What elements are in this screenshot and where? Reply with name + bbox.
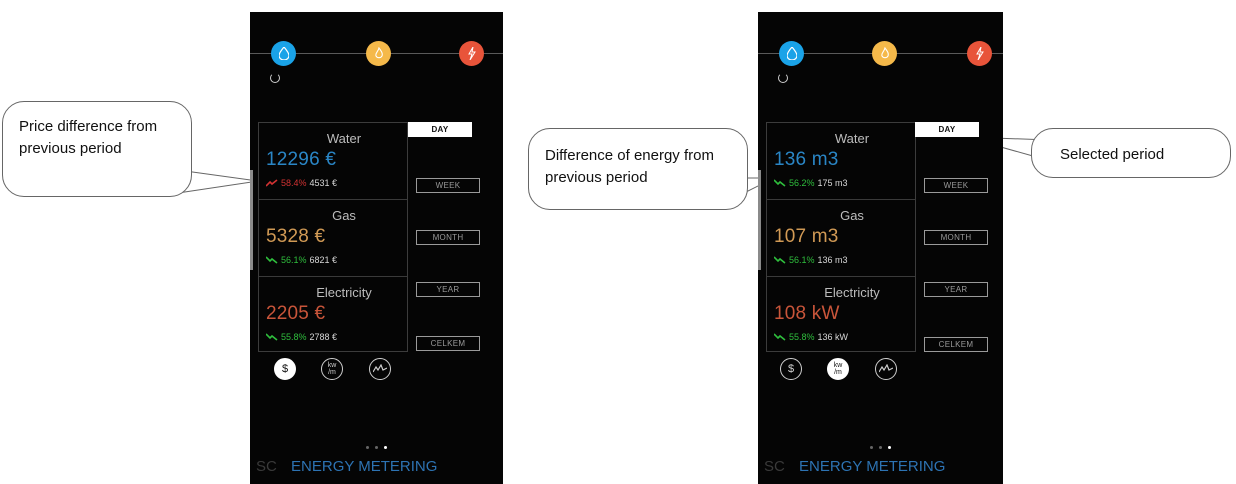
period-day-button[interactable]: DAY bbox=[408, 122, 472, 137]
meter-previous: 4531 € bbox=[309, 178, 338, 188]
trend-down-icon bbox=[266, 333, 278, 341]
period-year-button[interactable]: YEAR bbox=[924, 282, 988, 297]
trend-down-icon bbox=[774, 179, 786, 187]
footer-title: ENERGY METERING bbox=[799, 458, 946, 475]
meter-value: 5328 € bbox=[266, 226, 326, 247]
meter-previous: 136 kW bbox=[817, 332, 849, 342]
callout-text: Price difference from previous period bbox=[19, 118, 158, 157]
meter-name: Water bbox=[834, 131, 870, 146]
callout-selected-period: Selected period bbox=[1031, 128, 1231, 178]
flame-icon[interactable] bbox=[872, 41, 897, 66]
footer-title: ENERGY METERING bbox=[291, 458, 438, 475]
meter-name: Electricity bbox=[316, 285, 372, 300]
meter-electricity[interactable]: Electricity 108 kW 55.8% 136 kW bbox=[767, 276, 915, 353]
footer-bar: SC ENERGY METERING bbox=[764, 458, 945, 475]
meter-name: Gas bbox=[840, 208, 864, 223]
meter-water[interactable]: Water 136 m3 56.2% 175 m3 bbox=[767, 123, 915, 199]
meter-value: 2205 € bbox=[266, 303, 326, 324]
page-dot[interactable] bbox=[366, 446, 369, 449]
page-dot-active[interactable] bbox=[384, 446, 387, 449]
meter-value: 136 m3 bbox=[774, 149, 839, 170]
meter-list: Water 12296 € 58.4% 4531 € Gas 5328 € 56… bbox=[258, 122, 408, 352]
meter-percent: 56.1% bbox=[281, 255, 307, 265]
meter-water[interactable]: Water 12296 € 58.4% 4531 € bbox=[259, 123, 407, 199]
meter-percent: 55.8% bbox=[281, 332, 307, 342]
period-total-button[interactable]: CELKEM bbox=[416, 336, 480, 351]
kw-per-m-icon[interactable]: kw/m bbox=[321, 358, 343, 380]
meter-difference: 56.2% 175 m3 bbox=[774, 178, 848, 188]
page-dot[interactable] bbox=[879, 446, 882, 449]
period-total-button[interactable]: CELKEM bbox=[924, 337, 988, 352]
period-day-button[interactable]: DAY bbox=[915, 122, 979, 137]
period-week-button[interactable]: WEEK bbox=[924, 178, 988, 193]
wave-chart-icon[interactable] bbox=[875, 358, 897, 380]
meter-value: 107 m3 bbox=[774, 226, 839, 247]
meter-name: Water bbox=[326, 131, 362, 146]
trend-down-icon bbox=[266, 256, 278, 264]
drawer-handle[interactable] bbox=[250, 170, 253, 270]
meter-percent: 58.4% bbox=[281, 178, 307, 188]
water-drop-icon[interactable] bbox=[779, 41, 804, 66]
callout-energy-difference: Difference of energy from previous perio… bbox=[528, 128, 748, 210]
meter-previous: 136 m3 bbox=[817, 255, 848, 265]
loading-spinner-icon bbox=[778, 73, 788, 83]
period-month-button[interactable]: MONTH bbox=[924, 230, 988, 245]
loading-spinner-icon bbox=[270, 73, 280, 83]
page-dot[interactable] bbox=[870, 446, 873, 449]
period-month-button[interactable]: MONTH bbox=[416, 230, 480, 245]
trend-up-icon bbox=[266, 179, 278, 187]
meter-value: 12296 € bbox=[266, 149, 337, 170]
callout-text: Selected period bbox=[1060, 146, 1165, 163]
meter-difference: 55.8% 2788 € bbox=[266, 332, 337, 342]
meter-previous: 175 m3 bbox=[817, 178, 848, 188]
kw-per-m-icon[interactable]: kw/m bbox=[827, 358, 849, 380]
meter-percent: 56.2% bbox=[789, 178, 815, 188]
period-year-button[interactable]: YEAR bbox=[416, 282, 480, 297]
meter-difference: 58.4% 4531 € bbox=[266, 178, 337, 188]
phone-screen-energy: Water 136 m3 56.2% 175 m3 Gas 107 m3 56.… bbox=[758, 12, 1003, 484]
meter-difference: 56.1% 136 m3 bbox=[774, 255, 848, 265]
meter-list: Water 136 m3 56.2% 175 m3 Gas 107 m3 56.… bbox=[766, 122, 916, 352]
trend-down-icon bbox=[774, 333, 786, 341]
meter-gas[interactable]: Gas 5328 € 56.1% 6821 € bbox=[259, 199, 407, 276]
page-dot-active[interactable] bbox=[888, 446, 891, 449]
wave-chart-icon[interactable] bbox=[369, 358, 391, 380]
dollar-icon[interactable]: $ bbox=[780, 358, 802, 380]
meter-previous: 6821 € bbox=[309, 255, 338, 265]
phone-screen-price: Water 12296 € 58.4% 4531 € Gas 5328 € 56… bbox=[250, 12, 503, 484]
page-indicator bbox=[758, 446, 1003, 449]
lightning-icon[interactable] bbox=[459, 41, 484, 66]
lightning-icon[interactable] bbox=[967, 41, 992, 66]
trend-down-icon bbox=[774, 256, 786, 264]
footer-sc[interactable]: SC bbox=[764, 458, 785, 475]
flame-icon[interactable] bbox=[366, 41, 391, 66]
callout-pointers bbox=[157, 136, 1051, 197]
meter-gas[interactable]: Gas 107 m3 56.1% 136 m3 bbox=[767, 199, 915, 276]
meter-previous: 2788 € bbox=[309, 332, 338, 342]
meter-percent: 56.1% bbox=[789, 255, 815, 265]
meter-value: 108 kW bbox=[774, 303, 840, 324]
period-week-button[interactable]: WEEK bbox=[416, 178, 480, 193]
page-indicator bbox=[250, 446, 503, 449]
water-drop-icon[interactable] bbox=[271, 41, 296, 66]
meter-percent: 55.8% bbox=[789, 332, 815, 342]
meter-name: Gas bbox=[332, 208, 356, 223]
meter-difference: 55.8% 136 kW bbox=[774, 332, 848, 342]
drawer-handle[interactable] bbox=[758, 170, 761, 270]
callout-text: Difference of energy from previous perio… bbox=[545, 147, 714, 186]
footer-sc[interactable]: SC bbox=[256, 458, 277, 475]
dollar-icon[interactable]: $ bbox=[274, 358, 296, 380]
meter-electricity[interactable]: Electricity 2205 € 55.8% 2788 € bbox=[259, 276, 407, 353]
callout-price-difference: Price difference from previous period bbox=[2, 101, 192, 197]
page-dot[interactable] bbox=[375, 446, 378, 449]
meter-difference: 56.1% 6821 € bbox=[266, 255, 337, 265]
meter-name: Electricity bbox=[824, 285, 880, 300]
footer-bar: SC ENERGY METERING bbox=[256, 458, 437, 475]
